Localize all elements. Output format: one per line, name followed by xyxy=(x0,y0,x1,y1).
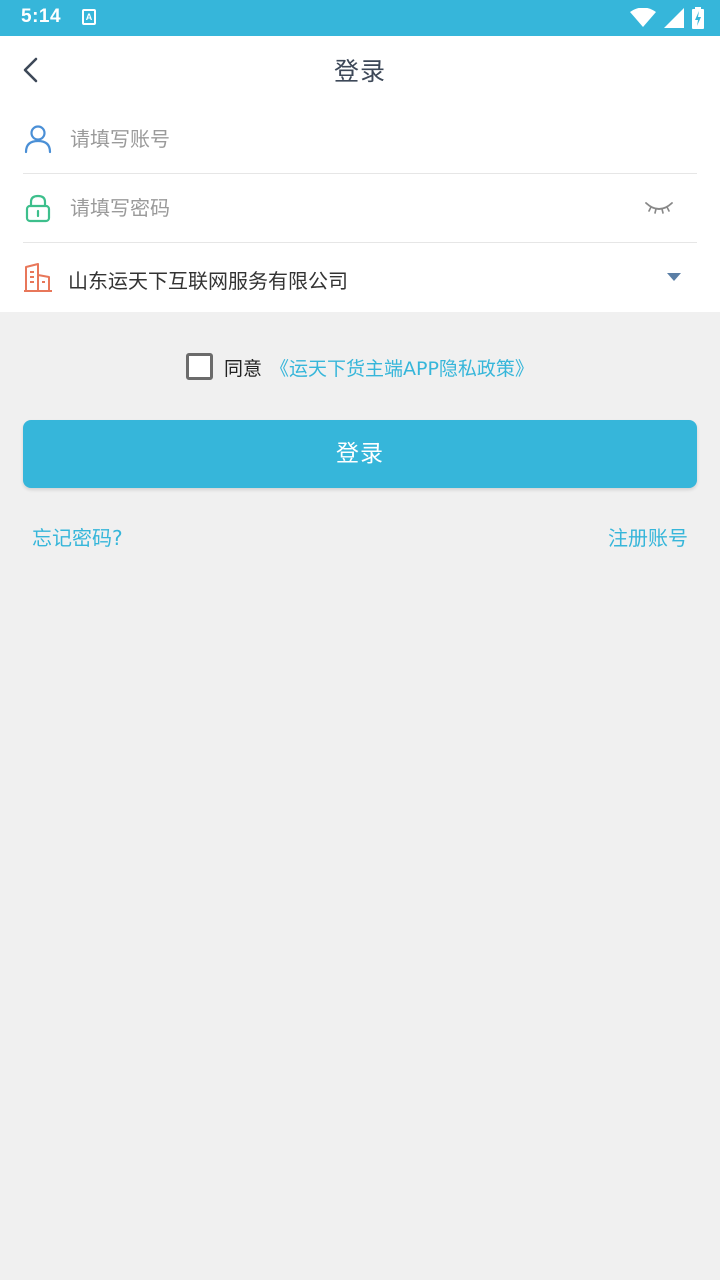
wifi-icon xyxy=(630,8,656,27)
status-icons xyxy=(630,7,704,29)
lock-icon xyxy=(25,194,51,223)
login-button[interactable]: 登录 xyxy=(23,420,697,488)
a-letter-icon: A xyxy=(82,9,96,25)
triangle-down-icon[interactable] xyxy=(665,270,683,284)
password-row xyxy=(23,173,697,243)
building-icon xyxy=(24,263,52,292)
forgot-password-link[interactable]: 忘记密码? xyxy=(32,522,123,551)
login-form: 山东运天下互联网服务有限公司 xyxy=(0,104,720,312)
company-select[interactable]: 山东运天下互联网服务有限公司 xyxy=(23,243,697,312)
password-visibility-toggle[interactable] xyxy=(643,195,675,221)
user-icon xyxy=(24,125,52,154)
battery-charging-icon xyxy=(692,7,704,29)
account-input[interactable] xyxy=(68,118,632,160)
page-title: 登录 xyxy=(333,57,386,86)
app-header: 登录 xyxy=(0,36,720,104)
eye-closed-icon xyxy=(645,202,673,214)
agree-checkbox[interactable] xyxy=(186,353,213,380)
cell-signal-icon xyxy=(664,8,684,28)
status-time: 5:14 xyxy=(21,6,62,27)
status-bar: 5:14 A xyxy=(0,0,720,36)
agree-label: 同意 xyxy=(224,358,263,380)
account-row xyxy=(23,104,697,174)
password-input[interactable] xyxy=(68,187,632,229)
privacy-policy-link[interactable]: 《运天下货主端APP隐私政策》 xyxy=(270,354,534,381)
company-value: 山东运天下互联网服务有限公司 xyxy=(68,269,348,293)
register-link[interactable]: 注册账号 xyxy=(608,522,688,551)
agreement-row: 同意 《运天下货主端APP隐私政策》 xyxy=(0,352,720,382)
